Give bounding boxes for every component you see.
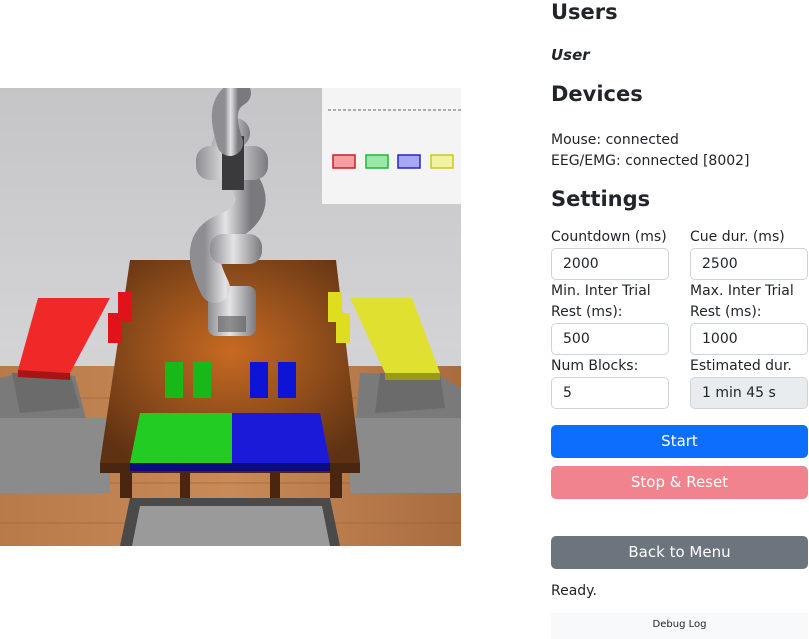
- min-rest-label: Min. Inter Trial Rest (ms):: [551, 283, 651, 320]
- robot-simulation-view: [0, 80, 461, 546]
- pad-green: [130, 413, 232, 463]
- pad-blue: [232, 413, 330, 463]
- cue-marker-blue: [397, 154, 421, 169]
- devices-heading: Devices: [551, 82, 643, 106]
- users-heading: Users: [551, 0, 618, 24]
- cue-marker-yellow: [430, 154, 454, 169]
- debug-log-toggle[interactable]: Debug Log: [551, 613, 808, 639]
- cue-marker-green: [365, 154, 389, 169]
- estimated-duration-label: Estimated dur.: [690, 358, 792, 374]
- num-blocks-input[interactable]: 5: [551, 377, 669, 409]
- settings-heading: Settings: [551, 187, 651, 211]
- min-rest-input[interactable]: 500: [551, 323, 669, 355]
- back-to-menu-button[interactable]: Back to Menu: [551, 536, 808, 569]
- cue-marker-red: [332, 154, 356, 169]
- mouse-status: Mouse: connected: [551, 132, 679, 148]
- control-panel: Users User Devices Mouse: connected EEG/…: [551, 0, 809, 639]
- bin-front: [120, 498, 340, 546]
- num-blocks-label: Num Blocks:: [551, 358, 639, 374]
- countdown-input[interactable]: 2000: [551, 248, 669, 280]
- stop-reset-button[interactable]: Stop & Reset: [551, 466, 808, 499]
- estimated-duration-field: 1 min 45 s: [690, 377, 808, 409]
- cue-duration-input[interactable]: 2500: [690, 248, 808, 280]
- cue-display-screen: [322, 88, 461, 204]
- eeg-status: EEG/EMG: connected [8002]: [551, 153, 750, 169]
- countdown-label: Countdown (ms): [551, 229, 667, 245]
- cue-duration-label: Cue dur. (ms): [690, 229, 785, 245]
- max-rest-label: Max. Inter Trial Rest (ms):: [690, 283, 794, 320]
- bin-right: [350, 373, 461, 493]
- status-text: Ready.: [551, 583, 597, 599]
- start-button[interactable]: Start: [551, 425, 808, 458]
- current-user: User: [551, 46, 590, 64]
- max-rest-input[interactable]: 1000: [690, 323, 808, 355]
